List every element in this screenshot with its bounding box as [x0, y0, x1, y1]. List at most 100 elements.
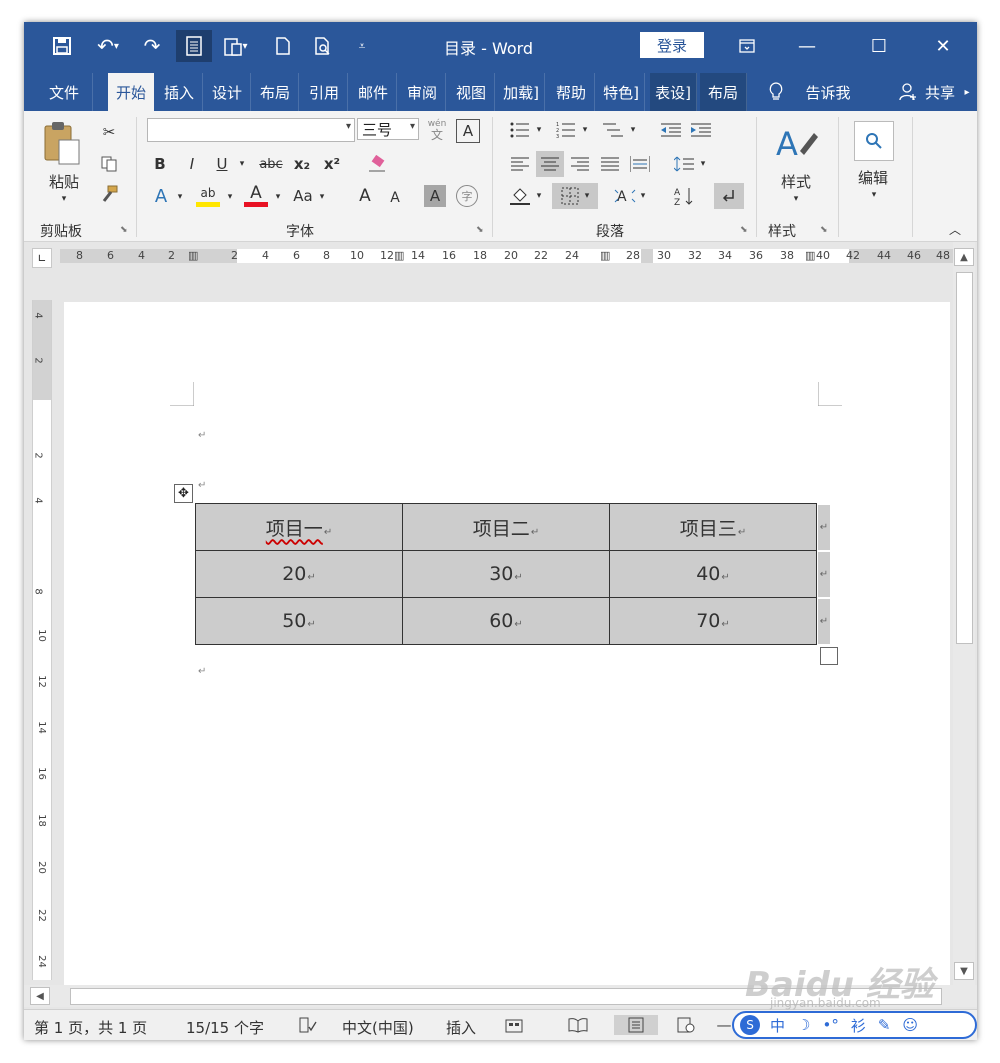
login-button[interactable]: 登录	[640, 32, 704, 58]
tab-view[interactable]: 视图	[448, 73, 495, 111]
tab-layout[interactable]: 布局	[252, 73, 299, 111]
table-cell[interactable]: 项目三↵	[609, 503, 817, 551]
table-cell[interactable]: 项目一↵	[195, 503, 403, 551]
distributed-icon[interactable]	[628, 153, 652, 175]
change-case-dropdown-icon[interactable]: ▾	[316, 191, 328, 203]
share-button[interactable]: 共享	[920, 73, 960, 111]
tab-review[interactable]: 审阅	[399, 73, 446, 111]
show-paragraph-marks-icon[interactable]	[714, 183, 744, 209]
paste-dropdown-icon[interactable]: ▾	[58, 193, 70, 205]
page-count[interactable]: 第 1 页，共 1 页	[34, 1017, 147, 1038]
font-color-button[interactable]: A	[244, 183, 268, 207]
highlight-dropdown-icon[interactable]: ▾	[224, 191, 236, 203]
data-table[interactable]: 项目一↵ 项目二↵ 项目三↵ 20↵ 30↵ 40↵ 50↵ 60↵ 70↵	[195, 503, 817, 645]
ime-wrench-icon[interactable]: ✎	[878, 1016, 891, 1034]
column-marker-icon[interactable]: ▥	[188, 249, 198, 263]
shading-dropdown-icon[interactable]: ▾	[534, 191, 544, 201]
table-cell[interactable]: 70↵	[609, 597, 817, 645]
align-left-icon[interactable]	[508, 153, 532, 175]
bold-button[interactable]: B	[150, 153, 170, 175]
table-cell[interactable]: 40↵	[609, 550, 817, 598]
language-indicator[interactable]: 中文(中国)	[342, 1017, 414, 1038]
tell-me-search[interactable]: 告诉我	[796, 73, 860, 111]
chinese-layout-dropdown-icon[interactable]: ▾	[638, 191, 648, 201]
redo-icon[interactable]: ↷	[136, 30, 168, 62]
column-marker-icon[interactable]: ▥	[805, 249, 815, 263]
multilevel-dropdown-icon[interactable]: ▾	[628, 125, 638, 135]
document-view-icon[interactable]	[176, 30, 212, 62]
share-person-icon[interactable]	[896, 73, 920, 111]
bullets-dropdown-icon[interactable]: ▾	[534, 125, 544, 135]
customize-qat-icon[interactable]: ⩡	[350, 30, 374, 62]
styles-gallery-icon[interactable]: A	[772, 119, 820, 167]
vertical-scroll-thumb[interactable]	[956, 272, 973, 644]
font-size-combobox[interactable]: 三号 ▾	[357, 118, 419, 140]
tab-insert[interactable]: 插入	[156, 73, 203, 111]
find-search-icon[interactable]	[854, 121, 894, 161]
text-effects-button[interactable]: A	[150, 185, 172, 207]
paste-clipboard-icon[interactable]	[42, 119, 82, 167]
font-name-combobox[interactable]: ▾	[147, 118, 355, 142]
tab-selector-icon[interactable]: ∟	[32, 248, 52, 268]
paste-options-icon[interactable]: ▾	[216, 30, 256, 62]
character-border-icon[interactable]: A	[456, 119, 480, 143]
text-effects-dropdown-icon[interactable]: ▾	[174, 191, 186, 203]
chinese-layout-icon[interactable]: A	[612, 185, 638, 207]
ime-moon-icon[interactable]: ☽	[797, 1016, 810, 1034]
bullets-icon[interactable]	[508, 119, 532, 141]
underline-button[interactable]: U	[212, 153, 232, 175]
scroll-up-icon[interactable]: ▲	[954, 248, 974, 266]
tab-table-layout[interactable]: 布局	[700, 73, 747, 111]
macro-recording-icon[interactable]	[502, 1015, 526, 1035]
new-document-icon[interactable]	[268, 30, 298, 62]
enclose-characters-button[interactable]: 字	[456, 185, 478, 207]
tab-addins[interactable]: 加载]	[498, 73, 545, 111]
font-size-dropdown-icon[interactable]: ▾	[410, 121, 415, 132]
minimize-button[interactable]: —	[784, 30, 830, 62]
tab-references[interactable]: 引用	[301, 73, 348, 111]
word-count[interactable]: 15/15 个字	[186, 1017, 264, 1038]
tab-home[interactable]: 开始	[108, 73, 154, 111]
proofing-icon[interactable]	[296, 1015, 320, 1035]
grow-font-button[interactable]: A	[354, 185, 376, 207]
ime-skin-icon[interactable]: ☺	[902, 1016, 918, 1034]
ime-punctuation-icon[interactable]: •°	[822, 1016, 838, 1034]
styles-dropdown-icon[interactable]: ▾	[790, 193, 802, 205]
numbering-icon[interactable]: 123	[554, 119, 578, 141]
multilevel-list-icon[interactable]	[600, 119, 626, 141]
document-page[interactable]: ↵ ↵ ↵ ✥ 项目一↵ 项目二↵ 项目三↵ 20↵ 30↵ 40↵ 50↵ 6…	[64, 302, 950, 1002]
align-center-icon[interactable]	[536, 151, 564, 177]
scroll-left-icon[interactable]: ◀	[30, 987, 50, 1005]
table-cell[interactable]: 项目二↵	[402, 503, 610, 551]
character-shading-button[interactable]: A	[424, 185, 446, 207]
table-move-handle-icon[interactable]: ✥	[174, 484, 193, 503]
format-painter-icon[interactable]	[98, 183, 120, 205]
cut-icon[interactable]: ✂	[98, 121, 120, 143]
lightbulb-icon[interactable]	[764, 73, 788, 111]
clipboard-launcher-icon[interactable]: ⬊	[120, 225, 128, 235]
align-right-icon[interactable]	[568, 153, 592, 175]
tab-features[interactable]: 特色]	[598, 73, 645, 111]
horizontal-ruler[interactable]: 8 6 4 2 ▥ 2 4 6 8 10 12 ▥ 14 16 18 20 22…	[60, 249, 954, 263]
table-cell[interactable]: 50↵	[195, 597, 403, 645]
table-resize-handle[interactable]	[820, 647, 838, 665]
scroll-down-icon[interactable]: ▼	[954, 962, 974, 980]
tab-design[interactable]: 设计	[204, 73, 251, 111]
print-layout-icon[interactable]	[614, 1015, 658, 1035]
ime-toolbar[interactable]: S 中 ☽ •° 衫 ✎ ☺	[732, 1011, 977, 1039]
subscript-button[interactable]: x₂	[290, 153, 314, 175]
copy-icon[interactable]	[98, 153, 120, 175]
ime-language[interactable]: 中	[770, 1015, 785, 1036]
ribbon-display-icon[interactable]	[724, 30, 770, 62]
table-cell[interactable]: 60↵	[402, 597, 610, 645]
font-color-dropdown-icon[interactable]: ▾	[272, 191, 284, 203]
highlight-button[interactable]: ab	[196, 183, 220, 207]
tab-scroll-right-icon[interactable]: ▸	[960, 73, 974, 111]
line-spacing-icon[interactable]	[672, 153, 696, 175]
table-cell[interactable]: 30↵	[402, 550, 610, 598]
paste-button[interactable]: 粘贴	[42, 171, 86, 191]
tab-help[interactable]: 帮助	[548, 73, 595, 111]
web-layout-icon[interactable]	[674, 1015, 698, 1035]
font-name-dropdown-icon[interactable]: ▾	[346, 121, 351, 132]
clear-formatting-icon[interactable]	[366, 153, 388, 175]
